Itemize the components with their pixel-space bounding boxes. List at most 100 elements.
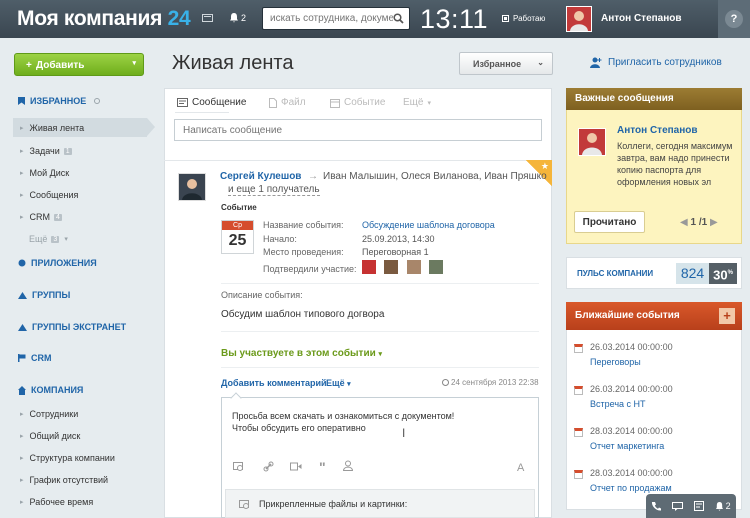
settings-circle-icon[interactable] xyxy=(94,98,101,104)
sidebar-item-more[interactable]: Ещё 3 ▾ xyxy=(29,234,68,244)
upcoming-events-title: Ближайшие события xyxy=(566,302,742,330)
chevron-down-icon: ▾ xyxy=(427,99,431,107)
sidebar-item-tasks[interactable]: ▸ Задачи 1 xyxy=(20,146,72,156)
sidebar-item-worktime[interactable]: ▸ Рабочее время xyxy=(20,497,93,507)
event-link[interactable]: Отчет маркетинга xyxy=(590,441,664,451)
sidebar-section-groups[interactable]: ГРУППЫ xyxy=(18,290,70,300)
sidebar-section-company[interactable]: КОМПАНИЯ xyxy=(18,385,83,395)
groups-icon xyxy=(18,291,27,299)
tab-message[interactable]: Сообщение xyxy=(177,97,246,108)
video-icon[interactable] xyxy=(290,462,302,471)
message-line: оформления новых эл xyxy=(617,177,712,187)
tab-event[interactable]: Событие xyxy=(330,97,385,108)
author-avatar[interactable] xyxy=(178,173,206,201)
calendar-icon xyxy=(574,344,583,353)
sidebar-section-apps[interactable]: ПРИЛОЖЕНИЯ xyxy=(18,258,97,268)
favorites-filter-button[interactable]: Избранное ⌄ xyxy=(459,52,553,75)
user-avatar[interactable] xyxy=(566,6,592,32)
attendee-avatar[interactable] xyxy=(407,260,421,274)
sidebar-item-feed[interactable]: ▸ Живая лента xyxy=(20,123,84,133)
more-recipients-link[interactable]: и еще 1 получатель xyxy=(228,184,320,196)
comment-text-area[interactable]: Просьба всем скачать и ознакомиться с до… xyxy=(232,410,454,434)
sidebar-item-shared-disk[interactable]: ▸ Общий диск xyxy=(20,431,80,441)
post-author[interactable]: Сергей Кулешов xyxy=(220,171,301,182)
event-link[interactable]: Отчет по продажам xyxy=(590,483,672,493)
post-recipients[interactable]: Иван Малышин, Олеся Виланова, Иван Пряшк… xyxy=(323,171,547,182)
search-icon[interactable] xyxy=(393,13,404,24)
sidebar-item-label: График отсутствий xyxy=(29,475,109,485)
sidebar-item-label: Рабочее время xyxy=(29,497,94,507)
help-icon: ? xyxy=(725,10,743,28)
next-arrow-icon[interactable]: ▶ xyxy=(710,217,718,228)
text-cursor-icon: I xyxy=(402,426,406,440)
attendee-avatar[interactable] xyxy=(362,260,376,274)
attendee-avatar[interactable] xyxy=(429,260,443,274)
search-box[interactable] xyxy=(262,7,410,30)
mark-read-button[interactable]: Прочитано xyxy=(574,211,645,233)
sidebar-section-favorites[interactable]: ИЗБРАННОЕ xyxy=(18,96,101,106)
search-input[interactable] xyxy=(263,8,393,29)
sidebar-item-absence[interactable]: ▸ График отсутствий xyxy=(20,475,108,485)
important-author-avatar[interactable] xyxy=(578,128,606,156)
logo[interactable]: Моя компания 24 xyxy=(17,7,191,31)
help-button[interactable]: ? xyxy=(718,0,750,38)
notifications-button[interactable]: 2 xyxy=(229,12,246,23)
sidebar-section-extranet[interactable]: ГРУППЫ ЭКСТРАНЕТ xyxy=(18,322,126,332)
tab-more[interactable]: Ещё ▾ xyxy=(403,97,431,108)
add-button[interactable]: + Добавить ▾ xyxy=(14,53,144,76)
history-icon[interactable] xyxy=(693,501,704,511)
sidebar-item-messages[interactable]: ▸ Сообщения xyxy=(20,190,78,200)
message-input[interactable] xyxy=(175,120,541,140)
sidebar-item-crm[interactable]: ▸ CRM 4 xyxy=(20,212,62,222)
add-comment-link[interactable]: Добавить комментарий xyxy=(221,378,327,388)
favorites-label: ИЗБРАННОЕ xyxy=(30,96,87,106)
sidebar-item-label: Сотрудники xyxy=(29,409,79,419)
mention-user-icon[interactable] xyxy=(343,460,353,471)
invite-employees-link[interactable]: Пригласить сотрудников xyxy=(590,57,722,68)
attach-image-icon xyxy=(239,500,249,509)
work-status-label: Работаю xyxy=(513,14,546,23)
plus-icon: + xyxy=(26,60,32,71)
sidebar-section-crm[interactable]: CRM xyxy=(18,353,52,363)
important-author[interactable]: Антон Степанов xyxy=(617,125,698,136)
event-name-link[interactable]: Обсуждение шаблона договора xyxy=(362,220,495,230)
apps-icon xyxy=(18,259,26,267)
user-name[interactable]: Антон Степанов xyxy=(601,13,682,24)
text-format-icon[interactable]: A xyxy=(517,462,524,474)
company-pulse-panel[interactable]: ПУЛЬС КОМПАНИИ 824 30% xyxy=(566,257,742,289)
sidebar-item-label: Структура компании xyxy=(29,453,115,463)
crm-label: CRM xyxy=(31,353,52,363)
participation-status-button[interactable]: Вы участвуете в этом событии ▾ xyxy=(221,348,382,359)
prev-arrow-icon[interactable]: ◀ xyxy=(680,217,688,228)
tab-file[interactable]: Файл xyxy=(269,97,306,108)
add-event-button[interactable]: + xyxy=(719,308,735,324)
attach-image-icon[interactable] xyxy=(233,461,245,471)
event-link[interactable]: Переговоры xyxy=(590,357,641,367)
home-icon xyxy=(18,385,26,395)
page-title: Живая лента xyxy=(172,52,294,74)
message-input-box[interactable] xyxy=(174,119,542,141)
sidebar-item-label: Мой Диск xyxy=(29,168,70,178)
attendee-avatar[interactable] xyxy=(384,260,398,274)
post-date-text: 24 сентября 2013 22:38 xyxy=(451,378,539,387)
phone-icon[interactable] xyxy=(651,501,662,511)
sidebar-item-employees[interactable]: ▸ Сотрудники xyxy=(20,409,78,419)
event-day-number: 25 xyxy=(228,232,247,249)
tasks-badge: 1 xyxy=(63,147,72,155)
dock-notifications[interactable]: 2 xyxy=(715,501,731,511)
messenger-icon[interactable] xyxy=(202,14,213,23)
chat-icon[interactable] xyxy=(672,501,684,511)
quote-icon[interactable]: " xyxy=(319,459,326,475)
bullet-icon: ▸ xyxy=(20,192,24,199)
sidebar-item-disk[interactable]: ▸ Мой Диск xyxy=(20,168,69,178)
work-status-button[interactable]: Работаю xyxy=(502,14,545,23)
post-more-menu[interactable]: Ещё ▾ xyxy=(326,378,351,388)
sidebar-item-label: Ещё xyxy=(29,234,48,244)
bullet-icon: ▸ xyxy=(20,148,24,155)
sidebar-item-structure[interactable]: ▸ Структура компании xyxy=(20,453,115,463)
attachments-section[interactable]: Прикрепленные файлы и картинки: xyxy=(225,489,535,518)
event-link[interactable]: Встреча с НТ xyxy=(590,399,646,409)
link-icon[interactable] xyxy=(263,461,274,472)
post-type-label: Событие xyxy=(221,203,257,212)
extranet-icon xyxy=(18,323,27,331)
